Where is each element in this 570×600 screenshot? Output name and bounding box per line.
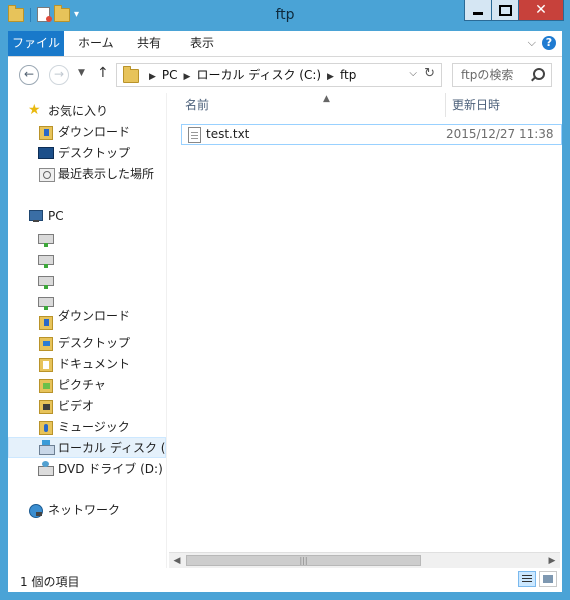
breadcrumb-local-disk[interactable]: ローカル ディスク (C:) xyxy=(196,68,321,82)
desktop-icon xyxy=(38,147,54,159)
navigation-pane[interactable]: ★ お気に入り ダウンロード デスクトップ 最近表示した場所 PC ダウンロード… xyxy=(8,93,166,568)
pictures-folder-icon xyxy=(39,379,53,393)
address-dropdown-icon[interactable]: ⌵ xyxy=(409,68,417,79)
nav-label: デスクトップ xyxy=(58,146,131,160)
music-folder-icon xyxy=(39,421,53,435)
scroll-left-button[interactable]: ◀ xyxy=(169,553,185,569)
scroll-right-button[interactable]: ▶ xyxy=(544,553,560,569)
videos-folder-icon xyxy=(39,400,53,414)
address-row: ← → ▼ ↑ ▶ PC ▶ ローカル ディスク (C:) ▶ ftp ⌵ ↻ xyxy=(8,57,562,93)
chevron-right-icon[interactable]: ▶ xyxy=(149,72,156,82)
scrollbar-thumb[interactable]: ||| xyxy=(186,555,421,566)
close-icon: ✕ xyxy=(535,2,547,18)
network-icon xyxy=(29,504,43,518)
address-bar[interactable]: ▶ PC ▶ ローカル ディスク (C:) ▶ ftp ⌵ ↻ xyxy=(116,63,442,87)
column-header-date[interactable]: 更新日時 xyxy=(445,93,562,117)
content-area: ★ お気に入り ダウンロード デスクトップ 最近表示した場所 PC ダウンロード… xyxy=(8,93,562,569)
column-header-name[interactable]: 名前 ▲ xyxy=(185,93,438,117)
back-button[interactable]: ← xyxy=(19,65,39,85)
recent-locations-icon[interactable]: ▼ xyxy=(78,68,85,78)
desktop-folder-icon xyxy=(39,337,53,351)
large-icons-view-icon xyxy=(543,575,553,583)
nav-label: ミュージック xyxy=(58,420,130,434)
maximize-icon xyxy=(498,4,512,16)
chevron-left-icon: ◀ xyxy=(173,556,181,566)
text-file-icon xyxy=(188,127,201,143)
chevron-right-icon[interactable]: ▶ xyxy=(184,72,191,82)
nav-label: 最近表示した場所 xyxy=(58,167,155,181)
local-disk-icon xyxy=(39,440,55,455)
minimize-button[interactable] xyxy=(464,0,492,21)
pc-icon xyxy=(29,210,43,222)
large-icons-view-button[interactable] xyxy=(539,571,557,587)
status-bar: 1 個の項目 xyxy=(8,568,562,592)
tab-file[interactable]: ファイル xyxy=(8,31,64,56)
details-view-button[interactable] xyxy=(518,571,536,587)
nav-label: ドキュメント xyxy=(58,357,131,371)
column-header-label: 更新日時 xyxy=(452,98,501,112)
maximize-button[interactable] xyxy=(491,0,519,21)
recent-places-icon xyxy=(39,168,55,182)
nav-label: ピクチャ xyxy=(58,378,106,392)
file-modified: 2015/12/27 11:38 xyxy=(446,127,554,141)
nav-label: お気に入り xyxy=(48,104,109,118)
nav-label: ネットワーク xyxy=(48,503,121,517)
breadcrumb: ▶ PC ▶ ローカル ディスク (C:) ▶ ftp xyxy=(143,64,356,88)
search-box[interactable] xyxy=(452,63,552,87)
ribbon-tabs: ファイル ホーム 共有 表示 ⌵ ? xyxy=(8,31,562,57)
chevron-right-icon[interactable]: ▶ xyxy=(327,72,334,82)
forward-button[interactable]: → xyxy=(49,65,69,85)
downloads-folder-icon xyxy=(39,316,53,330)
tab-view[interactable]: 表示 xyxy=(190,31,214,56)
network-drive-icon xyxy=(38,276,54,289)
documents-folder-icon xyxy=(39,358,53,372)
network-drive-icon xyxy=(38,297,54,310)
search-icon[interactable] xyxy=(533,68,545,80)
nav-label: ダウンロード xyxy=(58,125,131,139)
file-list[interactable]: 名前 ▲ 更新日時 test.txt 2015/12/27 11:38 ◀ ||… xyxy=(167,93,562,569)
item-count: 1 個の項目 xyxy=(20,575,80,589)
star-icon: ★ xyxy=(28,102,41,118)
horizontal-scrollbar[interactable]: ◀ ||| ▶ xyxy=(169,552,560,569)
search-input[interactable] xyxy=(459,67,531,83)
nav-label: ローカル ディスク (C:) xyxy=(58,441,166,455)
back-arrow-icon: ← xyxy=(23,67,35,81)
network-drive-icon xyxy=(38,255,54,268)
nav-local-disk[interactable]: ローカル ディスク (C:) xyxy=(8,437,166,458)
help-icon[interactable]: ? xyxy=(542,36,556,50)
expand-ribbon-icon[interactable]: ⌵ xyxy=(528,36,536,50)
nav-label: ビデオ xyxy=(58,399,95,413)
column-header-label: 名前 xyxy=(185,98,210,112)
breadcrumb-pc[interactable]: PC xyxy=(162,68,178,82)
tab-home[interactable]: ホーム xyxy=(78,31,114,56)
grip-icon: ||| xyxy=(299,556,308,565)
title-bar: ▾ ftp ✕ xyxy=(0,0,570,31)
breadcrumb-ftp[interactable]: ftp xyxy=(340,68,356,82)
up-arrow-icon[interactable]: ↑ xyxy=(97,65,109,81)
refresh-icon[interactable]: ↻ xyxy=(424,66,435,81)
file-name: test.txt xyxy=(206,127,250,141)
chevron-right-icon: ▶ xyxy=(548,556,556,566)
minimize-icon xyxy=(473,11,483,15)
nav-label: PC xyxy=(48,209,64,223)
network-drive-icon xyxy=(38,234,54,247)
sort-ascending-icon: ▲ xyxy=(323,94,330,104)
tab-share[interactable]: 共有 xyxy=(137,31,161,56)
file-row[interactable]: test.txt 2015/12/27 11:38 xyxy=(181,124,562,145)
close-button[interactable]: ✕ xyxy=(518,0,564,21)
nav-label: DVD ドライブ (D:) IF xyxy=(58,462,166,476)
forward-arrow-icon: → xyxy=(53,67,65,81)
downloads-folder-icon xyxy=(39,126,53,140)
nav-label: ダウンロード xyxy=(58,309,131,323)
details-view-icon xyxy=(522,575,532,576)
folder-icon xyxy=(123,66,139,83)
nav-label: デスクトップ xyxy=(58,336,131,350)
dvd-drive-icon xyxy=(38,461,54,476)
explorer-window: ▾ ftp ✕ ファイル ホーム 共有 表示 ⌵ ? ← → ▼ ↑ ▶ PC ▶ ロ… xyxy=(0,0,570,600)
